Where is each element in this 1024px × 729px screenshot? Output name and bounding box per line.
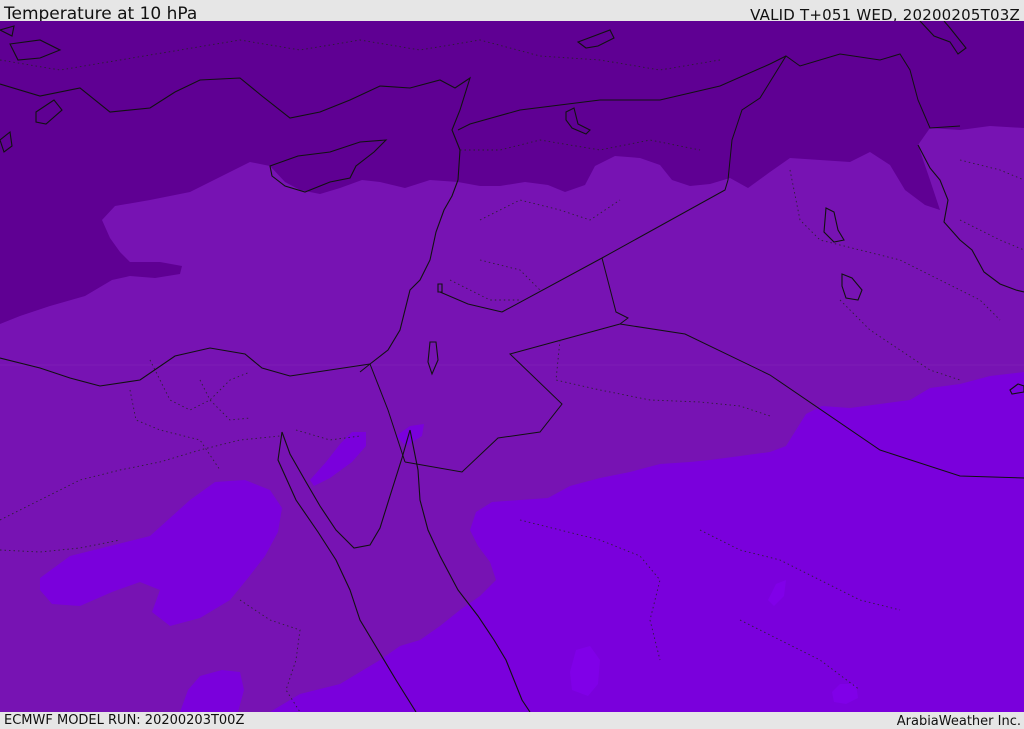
model-run-label: ECMWF MODEL RUN: 20200203T00Z [4,713,245,728]
footer-bar: ECMWF MODEL RUN: 20200203T00Z ArabiaWeat… [0,712,1024,729]
map-canvas [0,21,1024,712]
map-frame: Temperature at 10 hPa VALID T+051 WED, 2… [0,0,1024,729]
credit-label: ArabiaWeather Inc. [896,714,1021,729]
header-bar: Temperature at 10 hPa VALID T+051 WED, 2… [0,0,1024,24]
